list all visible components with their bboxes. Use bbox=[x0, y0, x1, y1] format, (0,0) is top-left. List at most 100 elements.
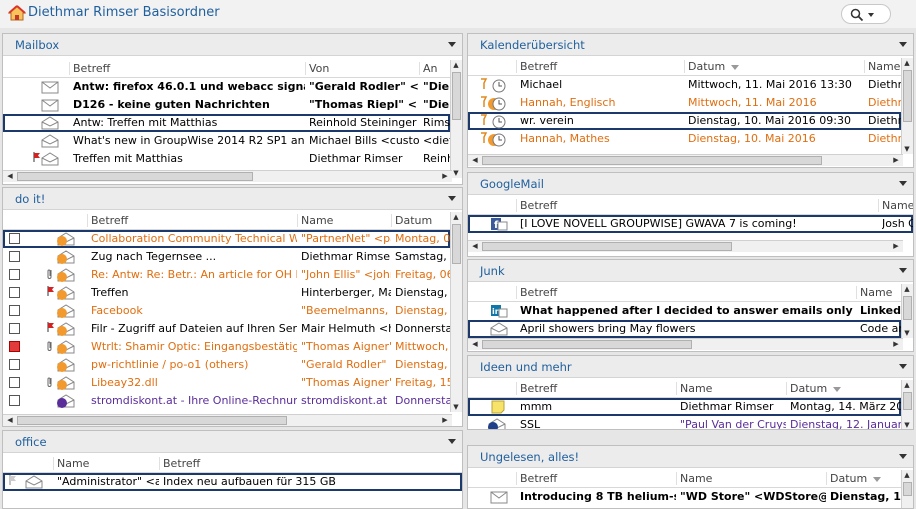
panel-menu-icon[interactable] bbox=[448, 439, 456, 444]
scroll-left-icon[interactable]: ◀ bbox=[5, 415, 15, 425]
scroll-right-icon[interactable]: ▶ bbox=[440, 415, 450, 425]
scroll-thumb[interactable] bbox=[903, 392, 912, 410]
col-name[interactable]: Name bbox=[864, 60, 904, 73]
table-row[interactable]: Collaboration Community Technical Webin "… bbox=[3, 230, 451, 248]
scroll-thumb[interactable] bbox=[452, 72, 461, 120]
scroll-down-icon[interactable]: ▼ bbox=[451, 168, 461, 178]
table-row[interactable]: Hannah, Mathes Dienstag, 10. Mai 2016 Diet… bbox=[468, 130, 902, 148]
task-checkbox[interactable] bbox=[9, 341, 20, 352]
scroll-thumb[interactable] bbox=[482, 242, 732, 251]
table-row[interactable]: April showers bring May flowers Code an bbox=[468, 320, 902, 338]
table-row[interactable]: f [I LOVE NOVELL GROUPWISE] GWAVA 7 is co… bbox=[468, 215, 913, 233]
col-datum[interactable]: Datum bbox=[786, 382, 902, 395]
panel-menu-icon[interactable] bbox=[448, 196, 456, 201]
scroll-thumb[interactable] bbox=[452, 224, 461, 264]
panel-title[interactable]: Junk bbox=[480, 264, 505, 278]
table-row[interactable]: in What happened after I decided to answe… bbox=[468, 302, 901, 320]
table-row[interactable]: "Administrator" <ad Index neu aufbauen fü… bbox=[3, 473, 462, 491]
table-row[interactable]: Treffen mit Matthias Diethmar Rimser Reinh bbox=[3, 150, 451, 168]
scroll-up-icon[interactable]: ▲ bbox=[902, 470, 912, 480]
vertical-scrollbar[interactable]: ▲ ▼ bbox=[901, 380, 913, 429]
panel-menu-icon[interactable] bbox=[448, 42, 456, 47]
horizontal-scrollbar[interactable]: ◀ ▶ bbox=[468, 240, 903, 252]
table-row[interactable]: Michael Mittwoch, 11. Mai 2016 13:30 Dieth… bbox=[468, 76, 902, 94]
task-checkbox[interactable] bbox=[9, 233, 20, 244]
home-icon[interactable] bbox=[8, 5, 26, 21]
scroll-left-icon[interactable]: ◀ bbox=[470, 155, 480, 165]
task-checkbox[interactable] bbox=[9, 377, 20, 388]
panel-title[interactable]: Kalenderübersicht bbox=[480, 38, 585, 52]
scroll-down-icon[interactable]: ▼ bbox=[902, 328, 912, 338]
panel-title[interactable]: GoogleMail bbox=[480, 177, 544, 191]
table-row[interactable]: Treffen Hinterberger, Ma Dienstag, bbox=[3, 284, 450, 302]
task-checkbox[interactable] bbox=[9, 305, 20, 316]
panel-menu-icon[interactable] bbox=[899, 454, 907, 459]
table-row[interactable]: pw-richtlinie / po-o1 (others) "Gerald Ro… bbox=[3, 356, 450, 374]
chevron-down-icon[interactable] bbox=[868, 13, 874, 17]
panel-title[interactable]: office bbox=[15, 435, 47, 449]
task-checkbox[interactable] bbox=[9, 251, 20, 262]
table-row[interactable]: Re: Antw: Re: Betr.: An article for OH M… bbox=[3, 266, 451, 284]
col-betreff[interactable]: Betreff bbox=[159, 457, 459, 470]
horizontal-scrollbar[interactable]: ◀ ▶ bbox=[3, 414, 452, 426]
table-row[interactable]: Antw: firefox 46.0.1 und webacc signatu "… bbox=[3, 78, 450, 96]
vertical-scrollbar[interactable]: ▲ ▼ bbox=[901, 284, 913, 338]
table-row[interactable]: Filr - Zugriff auf Dateien auf Ihren Ser… bbox=[3, 320, 451, 338]
vertical-scrollbar[interactable]: ▲ ▼ bbox=[450, 212, 462, 412]
scroll-left-icon[interactable]: ◀ bbox=[5, 171, 15, 181]
scroll-thumb[interactable] bbox=[17, 172, 253, 181]
scroll-thumb[interactable] bbox=[482, 340, 692, 349]
panel-title[interactable]: do it! bbox=[15, 192, 45, 206]
table-row[interactable]: mmm Diethmar Rimser Montag, 14. März 2016 bbox=[468, 398, 902, 416]
col-name[interactable]: Name bbox=[878, 199, 913, 212]
scroll-down-icon[interactable]: ▼ bbox=[902, 144, 912, 154]
scroll-right-icon[interactable]: ▶ bbox=[891, 155, 901, 165]
task-checkbox[interactable] bbox=[9, 323, 20, 334]
col-name[interactable]: Name bbox=[676, 472, 826, 485]
horizontal-scrollbar[interactable]: ◀ ▶ bbox=[468, 154, 903, 166]
scroll-thumb[interactable] bbox=[17, 416, 287, 425]
col-betreff[interactable]: Betreff bbox=[87, 214, 297, 227]
vertical-scrollbar[interactable]: ▲ ▼ bbox=[450, 60, 462, 178]
table-row[interactable]: Libeay32.dll "Thomas Aigner" Freitag, 15 bbox=[3, 374, 451, 392]
table-row[interactable]: Introducing 8 TB helium-se "WD Store" <WD… bbox=[468, 488, 902, 506]
vertical-scrollbar[interactable]: ▲ ▼ bbox=[901, 58, 913, 154]
col-von[interactable]: Von bbox=[305, 62, 419, 75]
scroll-down-icon[interactable]: ▼ bbox=[451, 402, 461, 412]
table-row[interactable]: Facebook "Beemelmanns, D Dienstag, bbox=[3, 302, 450, 320]
vertical-scrollbar[interactable]: ▲ bbox=[901, 470, 913, 508]
scroll-right-icon[interactable]: ▶ bbox=[440, 171, 450, 181]
table-row[interactable]: D126 - keine guten Nachrichten "Thomas Ri… bbox=[3, 96, 450, 114]
scroll-up-icon[interactable]: ▲ bbox=[902, 380, 912, 390]
col-name[interactable]: Name bbox=[856, 286, 902, 299]
table-row[interactable]: Hannah, Englisch Mittwoch, 11. Mai 2016 Di… bbox=[468, 94, 902, 112]
task-checkbox[interactable] bbox=[9, 287, 20, 298]
table-row[interactable]: wr. verein Dienstag, 10. Mai 2016 09:30 Di… bbox=[468, 112, 902, 130]
col-name[interactable]: Name bbox=[53, 457, 159, 470]
panel-menu-icon[interactable] bbox=[899, 364, 907, 369]
col-betreff[interactable]: Betreff bbox=[516, 286, 856, 299]
task-checkbox[interactable] bbox=[9, 359, 20, 370]
horizontal-scrollbar[interactable]: ◀ ▶ bbox=[468, 338, 903, 350]
scroll-left-icon[interactable]: ◀ bbox=[470, 339, 480, 349]
horizontal-scrollbar[interactable]: ◀ ▶ bbox=[3, 170, 452, 182]
scroll-thumb[interactable] bbox=[482, 156, 822, 165]
scroll-thumb[interactable] bbox=[903, 70, 912, 122]
panel-menu-icon[interactable] bbox=[899, 268, 907, 273]
task-checkbox[interactable] bbox=[9, 395, 20, 406]
panel-title[interactable]: Ideen und mehr bbox=[480, 360, 572, 374]
scroll-down-icon[interactable]: ▼ bbox=[902, 420, 912, 429]
scroll-thumb[interactable] bbox=[903, 296, 912, 320]
scroll-up-icon[interactable]: ▲ bbox=[451, 212, 461, 222]
scroll-thumb[interactable] bbox=[903, 482, 912, 496]
col-betreff[interactable]: Betreff bbox=[516, 382, 676, 395]
col-betreff[interactable]: Betreff bbox=[516, 60, 684, 73]
col-datum[interactable]: Datum bbox=[391, 214, 451, 227]
scroll-right-icon[interactable]: ▶ bbox=[891, 241, 901, 251]
panel-title[interactable]: Mailbox bbox=[15, 38, 59, 52]
scroll-up-icon[interactable]: ▲ bbox=[451, 60, 461, 70]
col-name[interactable]: Name bbox=[676, 382, 786, 395]
table-row[interactable]: What's new in GroupWise 2014 R2 SP1 and … bbox=[3, 132, 451, 150]
col-name[interactable]: Name bbox=[297, 214, 391, 227]
col-betreff[interactable]: Betreff bbox=[69, 62, 305, 75]
